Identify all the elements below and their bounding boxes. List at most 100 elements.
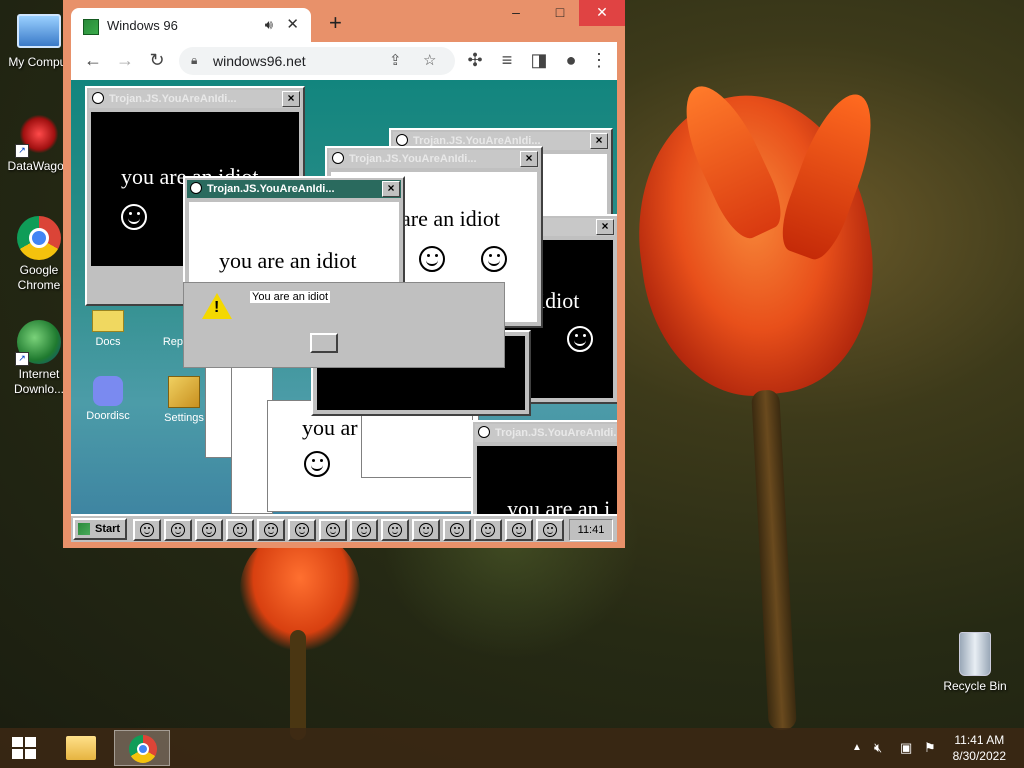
- windows96-favicon-icon: [83, 19, 99, 35]
- w96-taskbar-button[interactable]: [505, 519, 533, 541]
- smiley-icon: [450, 523, 464, 537]
- flag-icon[interactable]: ⚑: [924, 740, 936, 756]
- smiley-icon: [233, 523, 247, 537]
- browser-window: Windows 96 🔊︎ ✕ + – □ ✕ ← → ↻ 🔒︎ windows…: [63, 0, 625, 548]
- smiley-icon: [190, 182, 202, 194]
- back-arrow-icon[interactable]: ←: [81, 50, 105, 70]
- w96-taskbar-button[interactable]: [474, 519, 502, 541]
- w96-start-button[interactable]: Start: [73, 518, 127, 540]
- smiley-icon: [295, 523, 309, 537]
- datawagon-icon: ↗: [15, 112, 61, 158]
- smiley-icon: [388, 523, 402, 537]
- smiley-icon: [396, 134, 408, 146]
- w96-icon-docs[interactable]: Docs: [73, 302, 143, 349]
- profile-avatar-icon[interactable]: ●: [559, 50, 583, 70]
- smiley-icon: [512, 523, 526, 537]
- w96-taskbar-button[interactable]: [350, 519, 378, 541]
- smiley-icon: [326, 523, 340, 537]
- taskbar-file-explorer[interactable]: [52, 730, 108, 766]
- w96-taskbar-button[interactable]: [412, 519, 440, 541]
- desktop-icon-recycle-bin[interactable]: Recycle Bin: [936, 632, 1014, 694]
- tab-title: Windows 96: [107, 18, 178, 33]
- smiley-icon: [543, 523, 557, 537]
- smiley-icon: [481, 523, 495, 537]
- smiley-icon: [121, 204, 147, 230]
- warning-icon: [202, 293, 232, 319]
- browser-toolbar: ← → ↻ 🔒︎ windows96.net ⇪ ☆ ✣ ≡ ◨ ● ⋮: [71, 42, 617, 80]
- smiley-icon: [481, 246, 507, 272]
- smiley-icon: [202, 523, 216, 537]
- kebab-menu-icon[interactable]: ⋮: [587, 50, 611, 70]
- smiley-icon: [419, 246, 445, 272]
- audio-playing-icon[interactable]: 🔊︎: [265, 17, 273, 33]
- taskbar: ▲ 🔇︎ ▣ ⚑ 11:41 AM 8/30/2022: [0, 728, 1024, 768]
- page-viewport: Docs Repo Doordisc Settings you ar Troja…: [71, 80, 617, 542]
- media-control-icon[interactable]: ≡: [495, 50, 519, 70]
- share-icon[interactable]: ⇪: [389, 51, 402, 69]
- taskbar-clock[interactable]: 11:41 AM 8/30/2022: [953, 732, 1006, 764]
- muted-speaker-icon[interactable]: 🔇︎: [874, 740, 882, 756]
- computer-icon: [17, 8, 61, 52]
- tab-close-icon[interactable]: ✕: [286, 15, 299, 33]
- close-button[interactable]: ✕: [579, 0, 625, 26]
- smiley-icon: [419, 523, 433, 537]
- taskbar-chrome[interactable]: [114, 730, 170, 766]
- smiley-icon: [332, 152, 344, 164]
- settings-icon: [168, 376, 200, 408]
- smiley-icon: [140, 523, 154, 537]
- popup-close-button[interactable]: ×: [520, 151, 538, 167]
- popup-close-button[interactable]: ×: [596, 219, 614, 235]
- new-tab-button[interactable]: +: [329, 12, 342, 34]
- chevron-up-icon[interactable]: ▲: [852, 742, 862, 753]
- clock-date: 8/30/2022: [952, 749, 1006, 763]
- network-icon[interactable]: ▣: [900, 740, 912, 756]
- w96-taskbar-button[interactable]: [381, 519, 409, 541]
- lock-icon: 🔒︎: [191, 53, 198, 67]
- smiley-icon: [171, 523, 185, 537]
- smiley-icon: [264, 523, 278, 537]
- windows96-logo-icon: [78, 523, 90, 535]
- browser-tab[interactable]: Windows 96 🔊︎ ✕: [71, 8, 311, 42]
- extensions-puzzle-icon[interactable]: ✣: [463, 50, 487, 70]
- minimize-button[interactable]: –: [499, 0, 533, 26]
- address-bar-url[interactable]: windows96.net: [213, 53, 306, 69]
- alert-ok-button[interactable]: [310, 333, 338, 353]
- maximize-button[interactable]: □: [543, 0, 577, 26]
- reload-icon[interactable]: ↻: [145, 50, 169, 70]
- folder-icon: [92, 310, 124, 332]
- smiley-icon: [304, 451, 330, 477]
- w96-taskbar-button[interactable]: [133, 519, 161, 541]
- popup-close-button[interactable]: ×: [382, 181, 400, 197]
- w96-clock: 11:41: [569, 519, 613, 541]
- windows-start-icon[interactable]: [12, 737, 38, 759]
- w96-taskbar-button[interactable]: [257, 519, 285, 541]
- w96-icon-doordisc[interactable]: Doordisc: [73, 376, 143, 423]
- tab-strip: Windows 96 🔊︎ ✕ + – □ ✕: [63, 0, 625, 42]
- idm-icon: ↗: [15, 320, 61, 366]
- w96-taskbar-button[interactable]: [443, 519, 471, 541]
- alert-message: You are an idiot: [250, 291, 331, 303]
- bookmark-star-icon[interactable]: ☆: [423, 51, 436, 69]
- smiley-icon: [567, 326, 593, 352]
- smiley-icon: [478, 426, 490, 438]
- recycle-bin-icon: [953, 632, 997, 676]
- address-bar[interactable]: 🔒︎ windows96.net ⇪ ☆: [179, 47, 455, 75]
- popup-close-button[interactable]: ×: [282, 91, 300, 107]
- forward-arrow-icon[interactable]: →: [113, 50, 137, 70]
- doordisc-icon: [93, 376, 123, 406]
- w96-taskbar: Start 11:41: [71, 514, 617, 542]
- popup-close-button[interactable]: ×: [590, 133, 608, 149]
- popup-title: Trojan.JS.YouAreAnIdi...: [207, 183, 335, 195]
- idiot-message: you are an idiot: [219, 248, 357, 273]
- w96-taskbar-button[interactable]: [288, 519, 316, 541]
- side-panel-icon[interactable]: ◨: [527, 50, 551, 70]
- alert-dialog[interactable]: You are an idiot: [183, 282, 505, 368]
- chrome-icon: [129, 735, 157, 763]
- smiley-icon: [92, 92, 104, 104]
- w96-taskbar-button[interactable]: [195, 519, 223, 541]
- w96-taskbar-button[interactable]: [536, 519, 564, 541]
- w96-taskbar-button[interactable]: [164, 519, 192, 541]
- w96-taskbar-button[interactable]: [319, 519, 347, 541]
- chrome-icon: [17, 216, 61, 260]
- w96-taskbar-button[interactable]: [226, 519, 254, 541]
